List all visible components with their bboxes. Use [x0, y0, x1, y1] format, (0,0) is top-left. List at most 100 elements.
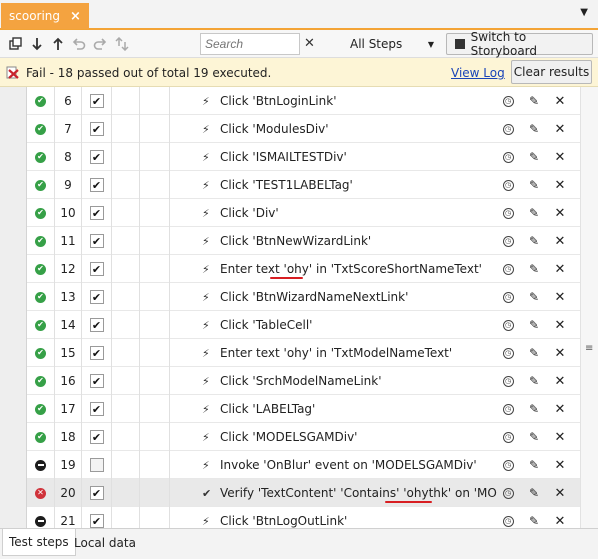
row-header[interactable] — [0, 283, 27, 311]
vertical-scrollbar[interactable]: ≡ — [580, 87, 598, 528]
edit-pencil-icon[interactable]: ✎ — [529, 514, 539, 528]
tab-scooring[interactable]: scooring × — [1, 3, 89, 29]
delete-icon[interactable]: ✕ — [555, 346, 566, 361]
reorder-icon[interactable] — [114, 36, 130, 52]
clock-icon[interactable]: ◷ — [502, 263, 514, 275]
step-description-cell[interactable]: ⚡ Click 'Div' — [170, 199, 498, 227]
delete-icon[interactable]: ✕ — [555, 206, 566, 221]
edit-pencil-icon[interactable]: ✎ — [529, 206, 539, 220]
step-enabled-checkbox[interactable]: ✔ — [89, 346, 104, 360]
clock-icon[interactable]: ◷ — [502, 151, 514, 163]
scroll-grip-icon[interactable]: ≡ — [585, 343, 593, 354]
clock-icon[interactable]: ◷ — [502, 459, 514, 471]
copy-steps-icon[interactable] — [8, 36, 24, 52]
table-row[interactable]: ✔ 6 ✔ ⚡ Click 'BtnLoginLink' ◷ ✎ ✕ — [0, 87, 580, 115]
step-enabled-checkbox[interactable]: ✔ — [89, 150, 104, 164]
delete-icon[interactable]: ✕ — [555, 486, 566, 501]
edit-pencil-icon[interactable]: ✎ — [529, 262, 539, 276]
delete-icon[interactable]: ✕ — [555, 234, 566, 249]
row-header[interactable] — [0, 395, 27, 423]
clock-icon[interactable]: ◷ — [502, 347, 514, 359]
row-header[interactable] — [0, 255, 27, 283]
edit-pencil-icon[interactable]: ✎ — [529, 290, 539, 304]
row-header[interactable] — [0, 199, 27, 227]
step-description-cell[interactable]: ⚡ Click 'SrchModelNameLink' — [170, 367, 498, 395]
delete-icon[interactable]: ✕ — [555, 374, 566, 389]
row-header[interactable] — [0, 227, 27, 255]
steps-filter-select[interactable]: All Steps ▼ — [320, 34, 440, 54]
edit-pencil-icon[interactable]: ✎ — [529, 150, 539, 164]
delete-icon[interactable]: ✕ — [555, 178, 566, 193]
step-description-cell[interactable]: ⚡ Click 'ISMAILTESTDiv' — [170, 143, 498, 171]
table-row[interactable]: ✔ 8 ✔ ⚡ Click 'ISMAILTESTDiv' ◷ ✎ ✕ — [0, 143, 580, 171]
table-row[interactable]: 19 ⚡ Invoke 'OnBlur' event on 'MODELSGAM… — [0, 451, 580, 479]
table-row[interactable]: ✔ 10 ✔ ⚡ Click 'Div' ◷ ✎ ✕ — [0, 199, 580, 227]
row-header[interactable] — [0, 87, 27, 115]
table-row[interactable]: ✔ 9 ✔ ⚡ Click 'TEST1LABELTag' ◷ ✎ ✕ — [0, 171, 580, 199]
edit-pencil-icon[interactable]: ✎ — [529, 346, 539, 360]
row-header[interactable] — [0, 115, 27, 143]
edit-pencil-icon[interactable]: ✎ — [529, 486, 539, 500]
step-enabled-checkbox[interactable]: ✔ — [89, 318, 104, 332]
step-enabled-checkbox[interactable]: ✔ — [89, 514, 104, 528]
row-header[interactable] — [0, 143, 27, 171]
step-description-cell[interactable]: ⚡ Click 'ModulesDiv' — [170, 115, 498, 143]
clock-icon[interactable]: ◷ — [502, 123, 514, 135]
row-header[interactable] — [0, 367, 27, 395]
step-enabled-checkbox[interactable]: ✔ — [89, 486, 104, 500]
step-description-cell[interactable]: ✔ Verify 'TextContent' 'Contains' 'ohyth… — [170, 479, 498, 507]
row-header[interactable] — [0, 339, 27, 367]
table-row[interactable]: ✔ 7 ✔ ⚡ Click 'ModulesDiv' ◷ ✎ ✕ — [0, 115, 580, 143]
delete-icon[interactable]: ✕ — [555, 318, 566, 333]
tab-menu-dropdown-icon[interactable]: ▼ — [580, 7, 588, 18]
table-row[interactable]: ✔ 15 ✔ ⚡ Enter text 'ohy' in 'TxtModelNa… — [0, 339, 580, 367]
clock-icon[interactable]: ◷ — [502, 431, 514, 443]
view-log-link[interactable]: View Log — [451, 66, 505, 80]
table-row[interactable]: ✔ 13 ✔ ⚡ Click 'BtnWizardNameNextLink' ◷… — [0, 283, 580, 311]
redo-icon[interactable] — [92, 36, 108, 52]
edit-pencil-icon[interactable]: ✎ — [529, 402, 539, 416]
step-enabled-checkbox[interactable]: ✔ — [89, 262, 104, 276]
step-enabled-checkbox[interactable]: ✔ — [89, 94, 104, 108]
step-enabled-checkbox[interactable]: ✔ — [89, 234, 104, 248]
clock-icon[interactable]: ◷ — [502, 291, 514, 303]
delete-icon[interactable]: ✕ — [555, 458, 566, 473]
step-enabled-checkbox[interactable]: ✔ — [89, 430, 104, 444]
clear-search-icon[interactable]: ✕ — [304, 36, 315, 51]
clock-icon[interactable]: ◷ — [502, 515, 514, 527]
edit-pencil-icon[interactable]: ✎ — [529, 430, 539, 444]
table-row[interactable]: ✔ 17 ✔ ⚡ Click 'LABELTag' ◷ ✎ ✕ — [0, 395, 580, 423]
step-description-cell[interactable]: ⚡ Invoke 'OnBlur' event on 'MODELSGAMDiv… — [170, 451, 498, 479]
move-up-icon[interactable] — [50, 36, 66, 52]
clock-icon[interactable]: ◷ — [502, 319, 514, 331]
step-enabled-checkbox[interactable]: ✔ — [89, 122, 104, 136]
step-enabled-checkbox[interactable] — [89, 458, 104, 472]
step-description-cell[interactable]: ⚡ Click 'MODELSGAMDiv' — [170, 423, 498, 451]
clock-icon[interactable]: ◷ — [502, 95, 514, 107]
delete-icon[interactable]: ✕ — [555, 430, 566, 445]
row-header[interactable] — [0, 423, 27, 451]
edit-pencil-icon[interactable]: ✎ — [529, 318, 539, 332]
delete-icon[interactable]: ✕ — [555, 94, 566, 109]
step-description-cell[interactable]: ⚡ Click 'TableCell' — [170, 311, 498, 339]
step-description-cell[interactable]: ⚡ Enter text 'ohy' in 'TxtScoreShortName… — [170, 255, 498, 283]
clear-results-button[interactable]: Clear results — [511, 60, 592, 84]
delete-icon[interactable]: ✕ — [555, 122, 566, 137]
step-enabled-checkbox[interactable]: ✔ — [89, 402, 104, 416]
table-row[interactable]: ✔ 14 ✔ ⚡ Click 'TableCell' ◷ ✎ ✕ — [0, 311, 580, 339]
step-enabled-checkbox[interactable]: ✔ — [89, 374, 104, 388]
table-row[interactable]: 21 ✔ ⚡ Click 'BtnLogOutLink' ◷ ✎ ✕ — [0, 507, 580, 528]
switch-to-storyboard-button[interactable]: Switch to Storyboard — [446, 30, 593, 58]
delete-icon[interactable]: ✕ — [555, 150, 566, 165]
row-header[interactable] — [0, 171, 27, 199]
step-description-cell[interactable]: ⚡ Click 'LABELTag' — [170, 395, 498, 423]
clock-icon[interactable]: ◷ — [502, 403, 514, 415]
edit-pencil-icon[interactable]: ✎ — [529, 94, 539, 108]
close-tab-icon[interactable]: × — [70, 9, 81, 24]
step-description-cell[interactable]: ⚡ Click 'BtnWizardNameNextLink' — [170, 283, 498, 311]
row-header[interactable] — [0, 311, 27, 339]
search-input[interactable] — [200, 33, 300, 55]
delete-icon[interactable]: ✕ — [555, 402, 566, 417]
undo-icon[interactable] — [71, 36, 87, 52]
table-row[interactable]: ✔ 11 ✔ ⚡ Click 'BtnNewWizardLink' ◷ ✎ ✕ — [0, 227, 580, 255]
